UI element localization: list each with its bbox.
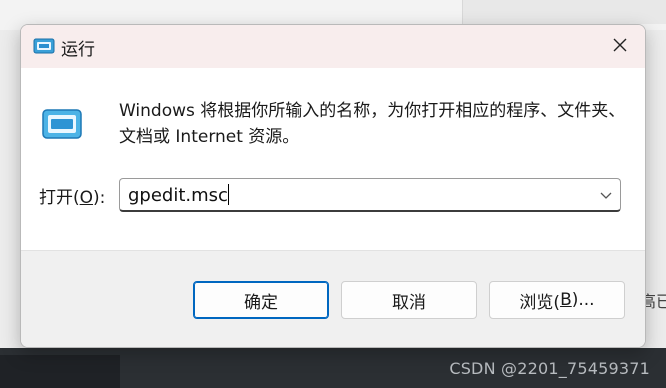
run-icon [33,37,55,55]
close-button[interactable] [595,25,645,68]
ok-button[interactable]: 确定 [193,281,329,319]
browse-button[interactable]: 浏览(B)... [489,281,625,319]
run-dialog: 运行 Windows 将根据你所输入的名称，为你打开相应的程序、文件夹、文档或 … [20,24,646,348]
open-combobox[interactable]: gpedit.msc [119,178,621,212]
chevron-down-icon[interactable] [598,187,614,203]
cancel-button[interactable]: 取消 [341,281,477,319]
text-caret [228,184,229,205]
browse-label-suffix: )... [571,290,595,310]
dialog-title: 运行 [61,40,95,60]
background-window-strip [462,0,666,24]
open-input[interactable]: gpedit.msc [128,185,228,206]
open-label-prefix: 打开( [39,188,80,208]
description-text: Windows 将根据你所输入的名称，为你打开相应的程序、文件夹、文档或 Int… [119,101,626,147]
close-icon [612,37,628,57]
taskbar-left-area [0,355,120,388]
dialog-footer: 确定 取消 浏览(B)... [21,250,645,347]
open-label-suffix: ): [93,188,106,208]
open-label: 打开(O): [39,183,105,208]
open-label-accesskey: O [79,188,94,208]
watermark: CSDN @2201_75459371 [449,359,650,378]
dialog-content: Windows 将根据你所输入的名称，为你打开相应的程序、文件夹、文档或 Int… [21,68,645,250]
title-bar: 运行 [21,25,645,68]
browse-label-accesskey: B [560,290,572,310]
browse-label-prefix: 浏览( [519,292,561,313]
run-icon [41,106,83,142]
